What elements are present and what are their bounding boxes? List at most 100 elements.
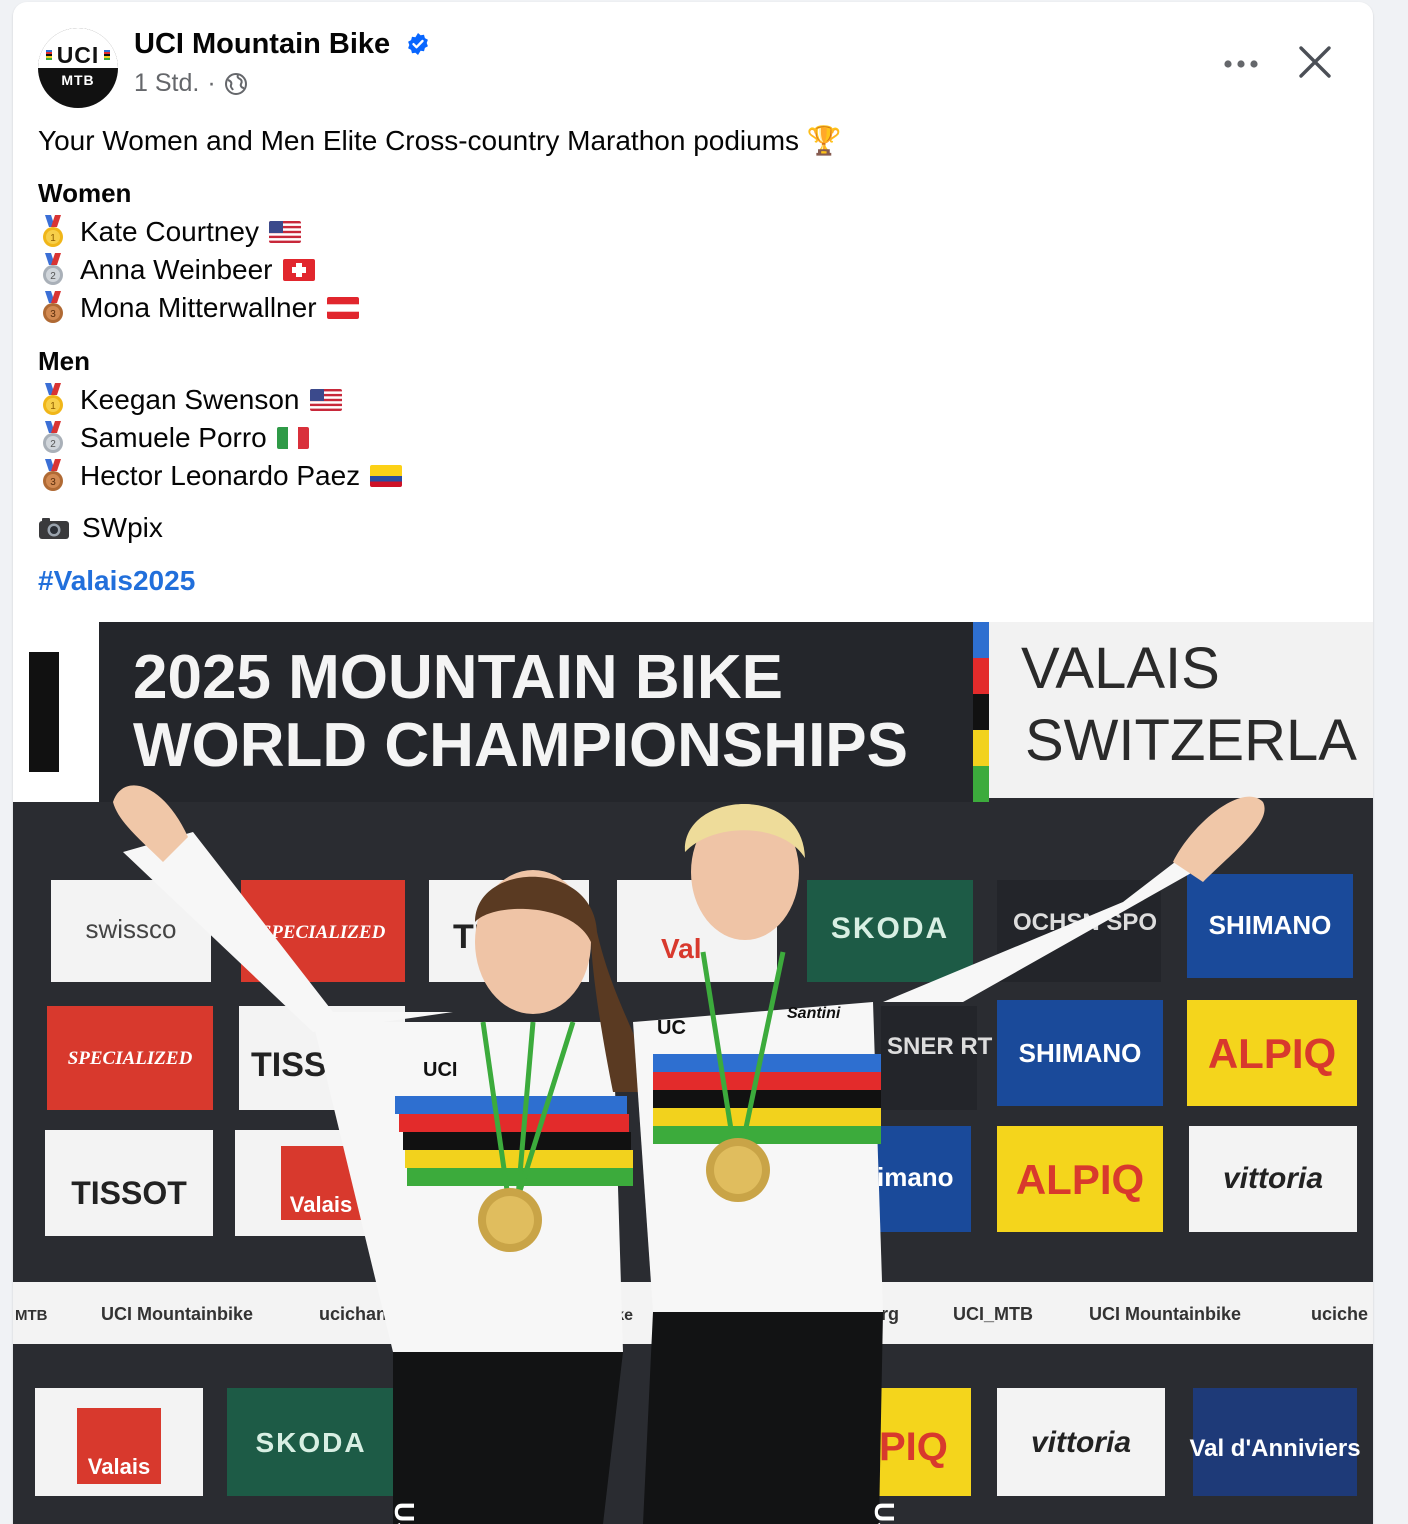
podium-photo[interactable]: 2025 MOUNTAIN BIKE WORLD CHAMPIONSHIPS V…: [13, 622, 1373, 1524]
close-icon[interactable]: [1293, 40, 1337, 84]
men-podium-3-name: Hector Leonardo Paez: [80, 460, 361, 491]
italy-flag-icon: [276, 427, 309, 449]
sponsor-label: SHIMANO: [1019, 1038, 1142, 1068]
banner-stripe-green: [973, 766, 989, 802]
gold-medal-icon: 1: [43, 215, 63, 247]
globe-icon[interactable]: [224, 72, 248, 96]
man-jersey-stripe-blue: [653, 1054, 881, 1072]
photo-credit-text: SWpix: [82, 512, 163, 543]
verified-badge-icon: [408, 33, 428, 55]
man-jersey-stripe-yellow: [653, 1108, 881, 1126]
women-podium-3: 3 Mona Mitterwallner: [38, 290, 359, 326]
usa-flag-icon: [269, 221, 301, 243]
woman-bibs-label: USA: [389, 1502, 420, 1524]
men-podium-2-name: Samuele Porro: [80, 422, 267, 453]
hashtag-link[interactable]: #Valais2025: [38, 565, 195, 597]
man-jersey-brand: Santini: [787, 1005, 841, 1022]
austria-flag-icon: [326, 297, 359, 319]
sponsor-label: swissco: [85, 914, 176, 944]
man-jersey-stripe-green: [653, 1126, 881, 1144]
women-podium-3-name: Mona Mitterwallner: [80, 292, 317, 323]
woman-gold-medal-inner: [486, 1196, 534, 1244]
sponsor-label: Valais: [290, 1192, 352, 1217]
sponsor-label: imano: [877, 1162, 954, 1192]
men-podium-3: 3 Hector Leonardo Paez: [38, 458, 403, 494]
more-icon: [1224, 60, 1258, 68]
woman-jersey-stripe-blue: [395, 1096, 627, 1114]
banner-title-line2: WORLD CHAMPIONSHIPS: [133, 711, 908, 780]
men-podium-1: 1 Keegan Swenson: [38, 382, 342, 418]
photo-credit: SWpix: [38, 512, 163, 544]
silver-medal-icon: 2: [43, 253, 63, 285]
banner-stripe-yellow: [973, 730, 989, 766]
location-line2: SWITZERLA: [1025, 708, 1357, 773]
sponsor-label: SNER RT: [887, 1033, 993, 1060]
sponsor-label: Val d'Anniviers: [1189, 1435, 1360, 1462]
banner-stripe-black: [973, 694, 989, 730]
switzerland-flag-icon: [282, 259, 315, 281]
page-avatar[interactable]: UCI MTB: [38, 28, 118, 108]
strip-label: uciche: [1311, 1304, 1368, 1324]
svg-text:2: 2: [50, 439, 56, 450]
avatar-logo-text: UCI: [56, 42, 100, 68]
gold-medal-icon: 1: [43, 383, 63, 415]
woman-jersey-stripe-black: [403, 1132, 631, 1150]
banner-stripe-red: [973, 658, 989, 694]
women-podium-2: 2 Anna Weinbeer: [38, 252, 315, 288]
post-timestamp[interactable]: 1 Std.: [134, 69, 199, 98]
sponsor-label: PIQ: [879, 1425, 948, 1469]
strip-label: UCI Mountainbike: [1089, 1304, 1241, 1324]
man-bibs-label: USA: [869, 1502, 900, 1524]
banner-stripe-blue: [973, 622, 989, 658]
man-bibs: [643, 1312, 883, 1524]
man-jersey-label: UC: [657, 1017, 686, 1039]
page-name[interactable]: UCI Mountain Bike: [134, 28, 390, 61]
more-options-button[interactable]: [1221, 46, 1261, 82]
men-heading: Men: [38, 346, 90, 376]
women-podium-2-name: Anna Weinbeer: [80, 254, 273, 285]
sponsor-label: Valais: [88, 1454, 150, 1479]
svg-text:2: 2: [50, 271, 56, 282]
svg-text:1: 1: [50, 233, 56, 244]
svg-text:3: 3: [50, 477, 56, 488]
sponsor-label: TISSOT: [71, 1175, 187, 1211]
sponsor-label: Val: [661, 933, 701, 964]
strip-label: UCI_MTB: [953, 1304, 1033, 1324]
sponsor-label: SKODA: [831, 912, 949, 945]
man-jersey-stripe-red: [653, 1072, 881, 1090]
colombia-flag-icon: [370, 465, 403, 487]
usa-flag-icon: [309, 389, 342, 411]
camera-icon: [39, 518, 69, 539]
women-heading: Women: [38, 178, 132, 208]
post-meta: 1 Std. ·: [134, 69, 248, 98]
sponsor-label: vittoria: [1223, 1162, 1323, 1195]
woman-bibs: [393, 1352, 623, 1524]
banner-left-mark: [29, 652, 59, 772]
silver-medal-icon: 2: [43, 421, 63, 453]
women-podium-1: 1 Kate Courtney: [38, 214, 301, 250]
women-podium-1-name: Kate Courtney: [80, 216, 259, 247]
sponsor-label: SHIMANO: [1209, 910, 1332, 940]
men-podium-2: 2 Samuele Porro: [38, 420, 309, 456]
men-podium-1-name: Keegan Swenson: [80, 384, 300, 415]
banner-title-line1: 2025 MOUNTAIN BIKE: [133, 643, 783, 712]
sponsor-label: ALPIQ: [1016, 1156, 1144, 1203]
woman-jersey-stripe-red: [399, 1114, 629, 1132]
svg-text:3: 3: [50, 309, 56, 320]
svg-text:1: 1: [50, 401, 56, 412]
sponsor-label: TISS: [251, 1046, 327, 1084]
man-gold-medal-inner: [714, 1146, 762, 1194]
woman-jersey-label: UCI: [423, 1059, 457, 1081]
sponsor-label: SKODA: [255, 1427, 366, 1458]
location-line1: VALAIS: [1021, 636, 1220, 701]
avatar-sub-text: MTB: [61, 72, 95, 88]
bronze-medal-icon: 3: [43, 291, 63, 323]
strip-label: UCI Mountainbike: [101, 1304, 253, 1324]
post-intro-text: Your Women and Men Elite Cross-country M…: [38, 125, 842, 156]
meta-separator: ·: [207, 69, 216, 97]
sponsor-label: SPECIALIZED: [68, 1048, 193, 1069]
bronze-medal-icon: 3: [43, 459, 63, 491]
sponsor-label: vittoria: [1031, 1426, 1131, 1459]
strip-label: MTB: [15, 1307, 48, 1324]
sponsor-label: ALPIQ: [1208, 1030, 1336, 1077]
